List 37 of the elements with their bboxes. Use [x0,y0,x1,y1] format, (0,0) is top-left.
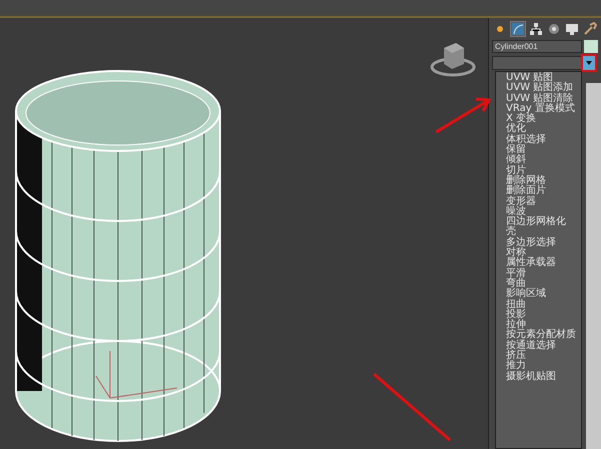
curve-icon [511,22,525,36]
object-color-swatch[interactable] [584,40,598,53]
dropdown-button[interactable] [583,56,595,70]
modifier-list-item[interactable]: 倾斜 [506,155,581,166]
monitor-icon [565,22,579,36]
modifier-list-item[interactable]: 扭曲 [506,300,581,310]
panel-tab[interactable] [546,21,562,37]
modifier-list-item[interactable]: 平滑 [506,268,581,279]
scrollbar[interactable] [586,83,601,449]
modifier-list-item[interactable]: 挤压 [506,351,581,362]
circle-icon [547,22,561,36]
hammer-icon [583,22,597,36]
modifier-list-item[interactable]: 删除网格 [506,176,581,186]
panel-tab[interactable] [564,21,580,37]
modifier-list-item[interactable]: 按元素分配材质 [506,330,581,341]
modifier-list-item[interactable]: 影响区域 [506,289,581,300]
modifier-list-item[interactable]: X 变换 [506,114,581,124]
modifier-list-item[interactable]: 优化 [506,124,581,135]
modifier-list-item[interactable]: UVW 贴图 [506,73,581,84]
annotation-arrow [434,96,492,134]
modifier-list-item[interactable]: 推力 [506,361,581,372]
modifier-list-item[interactable]: 壳 [506,227,581,238]
modifier-list-item[interactable]: 变形器 [506,196,581,207]
panel-tab[interactable] [528,21,544,37]
modifier-list-item[interactable]: 摄影机贴图 [506,372,581,382]
caret-icon [586,61,592,65]
modifier-list-item[interactable]: 投影 [506,310,581,320]
object-name-field[interactable]: Cylinder001 [492,40,582,53]
modifier-list-item[interactable]: 体积选择 [506,134,581,146]
modifier-list-item[interactable]: UVW 贴图添加 [506,83,581,94]
modifier-list-item[interactable]: UVW 贴图清除 [506,94,581,104]
modifier-list-item[interactable]: 属性承载器 [506,258,581,269]
hierarchy-icon [529,22,543,36]
modifier-list-item[interactable]: VRay 置换模式 [506,104,581,114]
modifier-list-item[interactable]: 保留 [506,145,581,156]
modifier-list-item[interactable]: 删除面片 [506,186,581,197]
modifier-list-item[interactable]: 切片 [506,166,581,176]
